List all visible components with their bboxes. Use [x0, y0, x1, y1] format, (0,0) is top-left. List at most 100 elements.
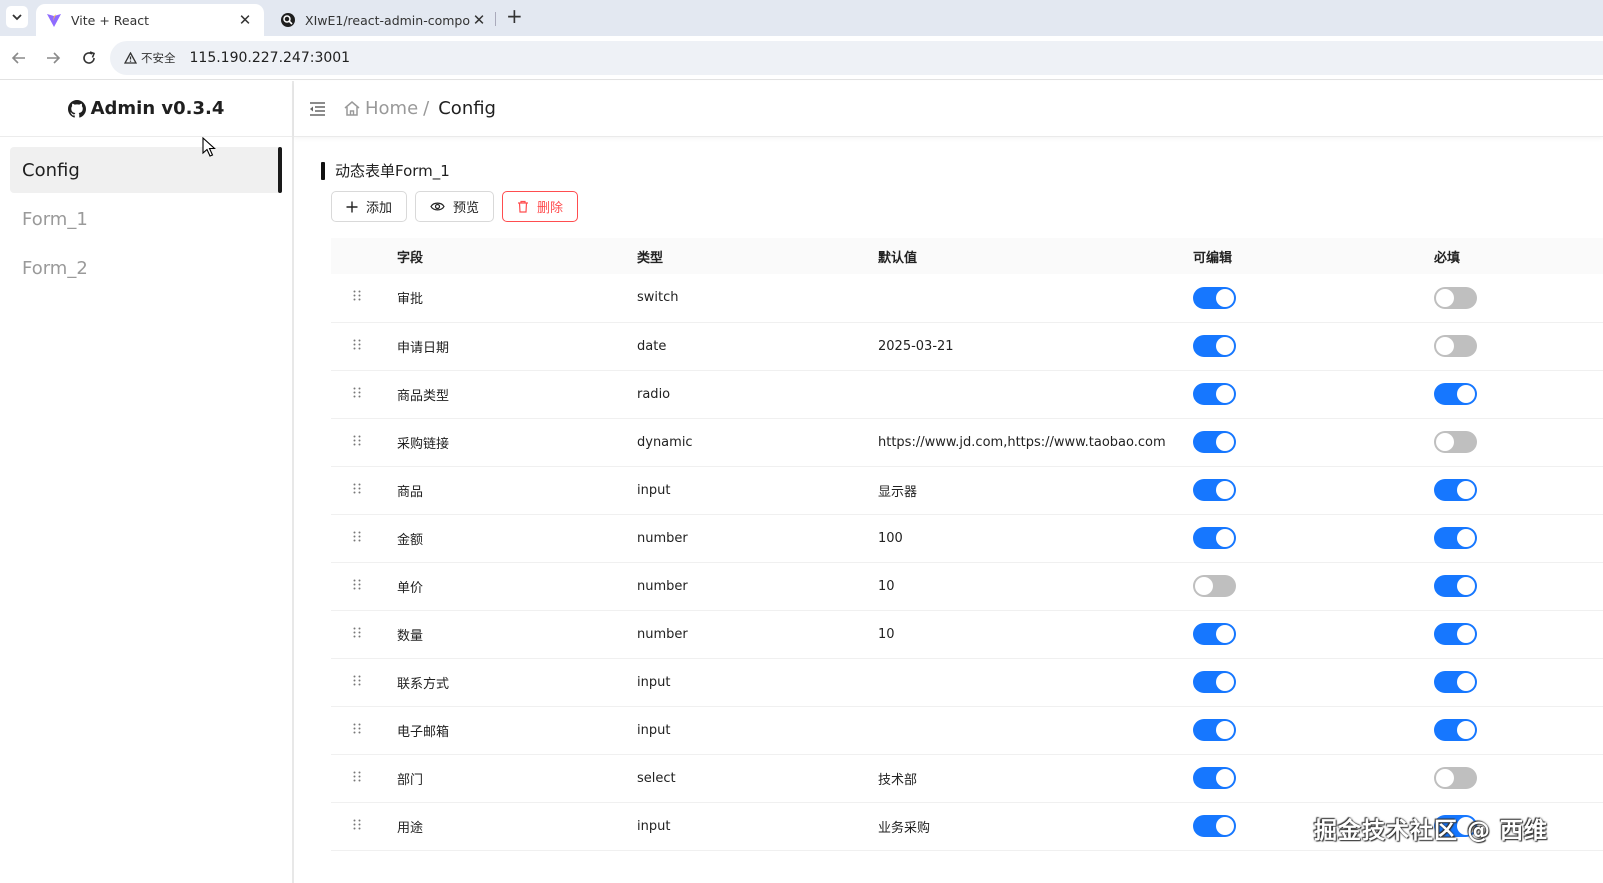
drag-handle-icon[interactable] [353, 627, 361, 638]
required-switch[interactable] [1434, 575, 1477, 597]
drag-handle-icon[interactable] [353, 290, 361, 301]
editable-switch[interactable] [1193, 671, 1236, 693]
sidebar-item-form-1[interactable]: Form_1 [10, 196, 282, 242]
sidebar-item-label: Form_1 [22, 208, 88, 230]
drag-handle-icon[interactable] [353, 771, 361, 782]
required-switch[interactable] [1434, 431, 1477, 453]
back-icon[interactable] [7, 46, 31, 70]
cell-type: number [637, 626, 688, 642]
address-field[interactable]: 不安全 115.190.227.247:3001 [110, 41, 1603, 75]
cell-field: 用途 [397, 820, 424, 836]
drag-handle-cell [331, 706, 397, 754]
drag-handle-icon[interactable] [353, 675, 361, 686]
drag-handle-icon[interactable] [353, 579, 361, 590]
cell-editable [1193, 610, 1434, 658]
cell-editable [1193, 754, 1434, 802]
forward-icon[interactable] [41, 46, 65, 70]
reload-icon[interactable] [77, 46, 101, 70]
drag-handle-icon[interactable] [353, 435, 361, 446]
required-switch[interactable] [1434, 383, 1477, 405]
cell-type: switch [637, 290, 679, 306]
editable-switch[interactable] [1193, 286, 1236, 309]
table-row: 申请日期 date 2025-03-21 [331, 322, 1603, 370]
editable-switch[interactable] [1193, 383, 1236, 405]
column-header-drag [331, 238, 397, 274]
cell-default: 显示器 [878, 484, 918, 500]
breadcrumb-home[interactable]: Home [343, 98, 418, 119]
editable-switch[interactable] [1193, 479, 1236, 501]
required-switch[interactable] [1434, 623, 1477, 645]
drag-handle-icon[interactable] [353, 819, 361, 830]
delete-button[interactable]: 删除 [502, 191, 579, 222]
editable-switch[interactable] [1193, 623, 1236, 645]
cell-field: 商品类型 [397, 388, 450, 404]
preview-button[interactable]: 预览 [415, 191, 495, 222]
table-header-row: 字段 类型 默认值 可编辑 必填 [331, 238, 1603, 274]
required-switch[interactable] [1434, 527, 1477, 549]
chevron-down-icon [12, 13, 22, 20]
cell-type: input [637, 674, 671, 690]
cell-editable [1193, 370, 1434, 418]
cell-required [1434, 562, 1603, 610]
editable-switch[interactable] [1193, 767, 1236, 789]
required-switch[interactable] [1434, 767, 1477, 789]
cell-field: 金额 [397, 532, 424, 548]
cell-required [1434, 418, 1603, 466]
close-icon[interactable]: ✕ [236, 11, 254, 29]
browser-tab-active[interactable]: Vite + React ✕ [36, 4, 264, 36]
cell-type: number [637, 578, 688, 594]
drag-handle-icon[interactable] [353, 339, 361, 350]
drag-handle-icon[interactable] [353, 531, 361, 542]
cell-required [1434, 322, 1603, 370]
column-header-type: 类型 [637, 250, 664, 266]
required-switch[interactable] [1434, 719, 1477, 741]
sidebar-item-config[interactable]: Config [10, 147, 282, 193]
cell-default: https://www.jd.com,https://www.taobao.co… [878, 434, 1166, 450]
new-tab-icon[interactable]: + [506, 4, 523, 28]
browser-toolbar: 不安全 115.190.227.247:3001 [0, 36, 1603, 80]
mouse-cursor-icon [202, 137, 216, 157]
cell-default [878, 274, 1193, 322]
close-icon[interactable]: ✕ [470, 11, 488, 29]
app-logo[interactable]: Admin v0.3.4 [0, 81, 292, 137]
menu-fold-icon[interactable] [309, 101, 326, 116]
cell-editable [1193, 274, 1434, 322]
table-row: 商品类型 radio [331, 370, 1603, 418]
required-switch[interactable] [1434, 671, 1477, 693]
sidebar-item-form-2[interactable]: Form_2 [10, 245, 282, 291]
editable-switch[interactable] [1193, 431, 1236, 453]
tab-search-menu-button[interactable] [6, 6, 28, 28]
editable-switch[interactable] [1193, 527, 1236, 549]
column-header-editable: 可编辑 [1193, 250, 1233, 266]
main-content: 动态表单Form_1 添加 预览 删除 字段 类型 默认值 可编辑 必填 审批 s… [294, 138, 1603, 883]
watermark: 掘金技术社区 @ 西维 [1314, 818, 1549, 844]
browser-tab-inactive[interactable]: XIwE1/react-admin-componе ✕ [270, 4, 498, 36]
drag-handle-icon[interactable] [353, 483, 361, 494]
cell-default: 技术部 [878, 772, 918, 788]
cell-default: 10 [878, 578, 895, 594]
editable-switch[interactable] [1193, 575, 1236, 597]
field-config-table: 字段 类型 默认值 可编辑 必填 审批 switch 申请日期 date 2025-03… [331, 238, 1603, 851]
tab-divider [495, 12, 496, 26]
editable-switch[interactable] [1193, 719, 1236, 741]
cell-required [1434, 274, 1603, 322]
cell-editable [1193, 562, 1434, 610]
cell-editable [1193, 706, 1434, 754]
section-title: 动态表单Form_1 [321, 160, 450, 181]
required-switch[interactable] [1434, 286, 1477, 309]
editable-switch[interactable] [1193, 335, 1236, 357]
tab-title: Vite + React [71, 12, 150, 28]
table-row: 电子邮箱 input [331, 706, 1603, 754]
security-label: 不安全 [141, 51, 176, 65]
required-switch[interactable] [1434, 335, 1477, 357]
required-switch[interactable] [1434, 479, 1477, 501]
table-row: 审批 switch [331, 274, 1603, 322]
breadcrumb-home-label: Home [365, 98, 419, 119]
drag-handle-icon[interactable] [353, 723, 361, 734]
site-security-indicator[interactable]: 不安全 [124, 50, 176, 66]
drag-handle-icon[interactable] [353, 387, 361, 398]
sidebar: Admin v0.3.4 Config Form_1 Form_2 [0, 81, 294, 883]
add-button[interactable]: 添加 [331, 191, 408, 222]
table-row: 部门 select 技术部 [331, 754, 1603, 802]
editable-switch[interactable] [1193, 815, 1236, 837]
